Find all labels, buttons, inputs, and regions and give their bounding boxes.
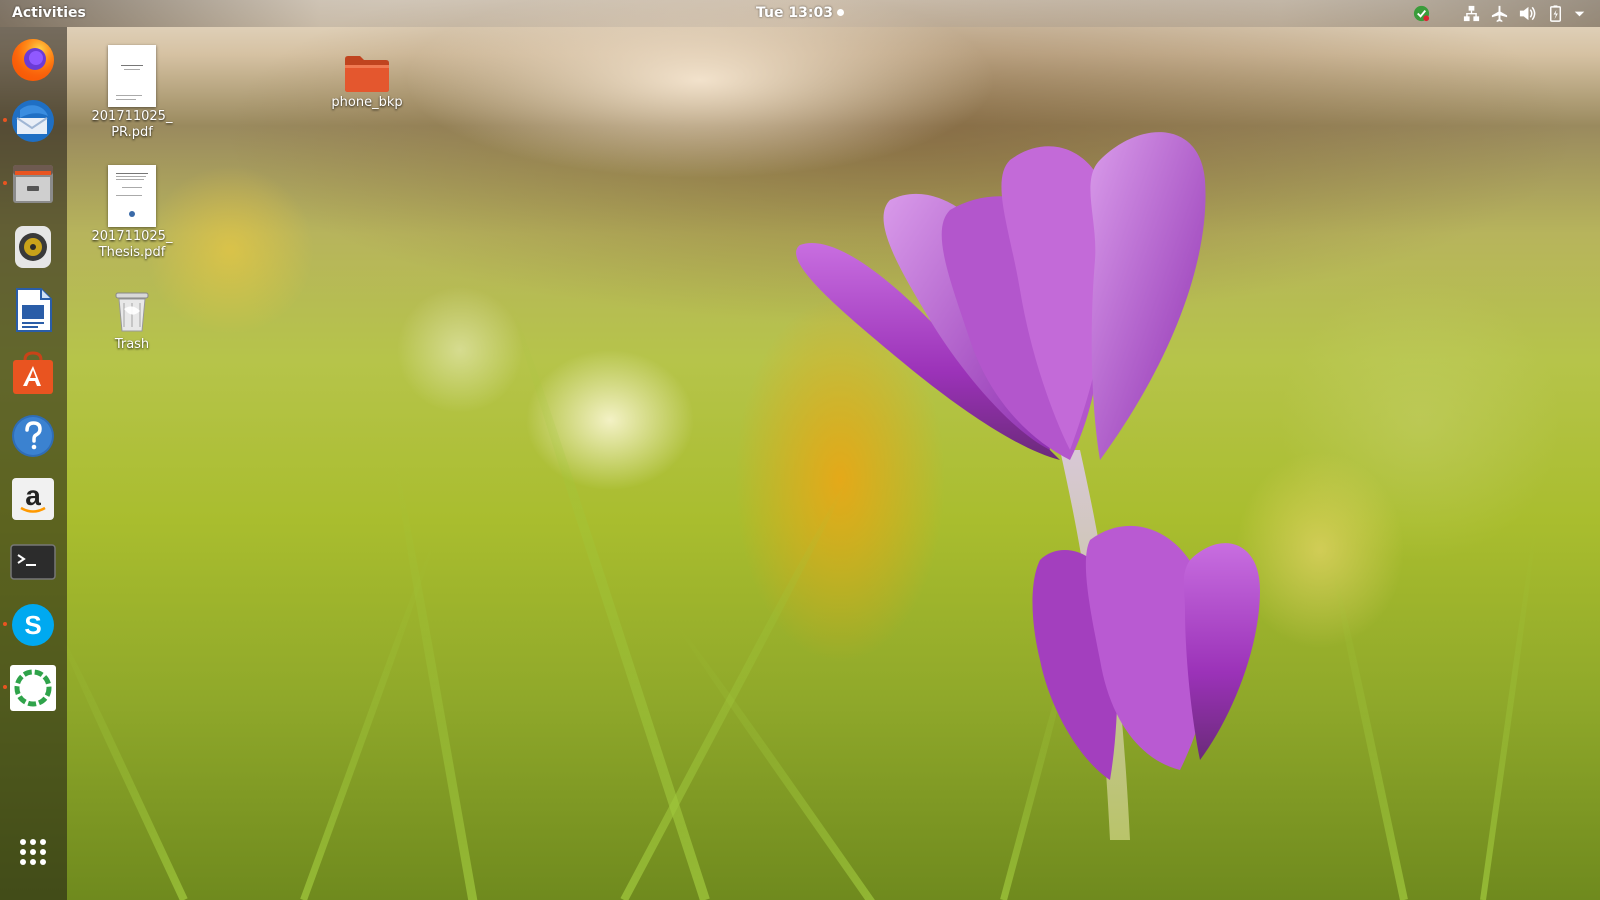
skype-icon: S — [12, 604, 54, 646]
grass-blade — [390, 456, 479, 900]
desktop-trash[interactable]: Trash — [84, 287, 180, 353]
grass-blade — [53, 626, 188, 900]
amazon-icon: a — [12, 478, 54, 520]
notification-dot-icon — [836, 9, 844, 16]
file-label-line1: 201711025_ — [91, 109, 173, 124]
running-indicator — [3, 118, 7, 122]
svg-text:a: a — [25, 480, 41, 511]
crocus-flower-illustration — [796, 132, 1260, 840]
grass-blade — [300, 541, 437, 900]
dock-item-skype[interactable]: S — [3, 600, 58, 650]
trash-icon — [115, 292, 149, 332]
file-label-line2: Thesis.pdf — [98, 245, 166, 260]
app-grid-icon — [20, 839, 46, 865]
rhythmbox-speaker-icon — [15, 226, 51, 268]
firefox-icon — [12, 39, 54, 81]
dock-item-terminal[interactable] — [8, 537, 58, 587]
desktop-folder-phone-bkp[interactable]: phone_bkp — [319, 53, 415, 111]
dock-item-thunderbird[interactable] — [3, 96, 58, 146]
pdf-document-icon — [108, 45, 156, 107]
volume-icon[interactable] — [1518, 4, 1537, 23]
running-indicator — [3, 181, 7, 185]
show-applications-button[interactable] — [8, 827, 58, 877]
desktop-wallpaper — [0, 0, 1600, 900]
pdf-document-icon — [108, 165, 156, 227]
trash-label: Trash — [114, 337, 150, 352]
thunderbird-icon — [12, 100, 54, 142]
dock-item-rhythmbox[interactable] — [8, 222, 58, 272]
network-wired-icon[interactable] — [1462, 4, 1481, 23]
system-menu-chevron-icon[interactable] — [1570, 4, 1589, 23]
folder-label: phone_bkp — [331, 95, 403, 110]
dock: a S — [0, 27, 67, 900]
top-panel: Activities Tue 13:03 — [0, 0, 1600, 27]
grass-blade — [502, 289, 710, 900]
battery-icon[interactable] — [1546, 4, 1565, 23]
clock-label: Tue 13:03 — [756, 5, 833, 21]
file-label-line1: 201711025_ — [91, 229, 173, 244]
dock-item-files[interactable] — [3, 159, 58, 209]
svg-text:S: S — [24, 610, 41, 640]
folder-icon — [345, 56, 389, 92]
update-check-icon[interactable] — [1412, 4, 1431, 23]
dock-item-help[interactable] — [8, 411, 58, 461]
grass-blade — [1329, 566, 1408, 900]
software-bag-icon — [13, 351, 53, 394]
running-indicator — [3, 622, 7, 626]
airplane-mode-icon[interactable] — [1490, 4, 1509, 23]
desktop-file-pr-pdf[interactable]: 201711025_ PR.pdf — [84, 45, 180, 141]
file-label-line2: PR.pdf — [111, 125, 153, 140]
grass-blade — [1480, 523, 1539, 900]
clock-menu[interactable]: Tue 13:03 — [0, 5, 1600, 21]
dock-item-libreoffice-writer[interactable] — [8, 285, 58, 335]
desktop-file-thesis-pdf[interactable]: 201711025_ Thesis.pdf — [84, 165, 180, 261]
terminal-icon — [10, 544, 56, 580]
dock-item-unknown-app[interactable] — [3, 663, 58, 713]
files-cabinet-icon — [13, 165, 53, 203]
dock-item-amazon[interactable]: a — [8, 474, 58, 524]
help-question-icon — [12, 415, 54, 457]
dock-item-ubuntu-software[interactable] — [8, 348, 58, 398]
running-indicator — [3, 685, 7, 689]
writer-document-icon — [16, 288, 52, 332]
green-ring-app-icon — [10, 665, 56, 711]
dock-item-firefox[interactable] — [8, 33, 58, 83]
